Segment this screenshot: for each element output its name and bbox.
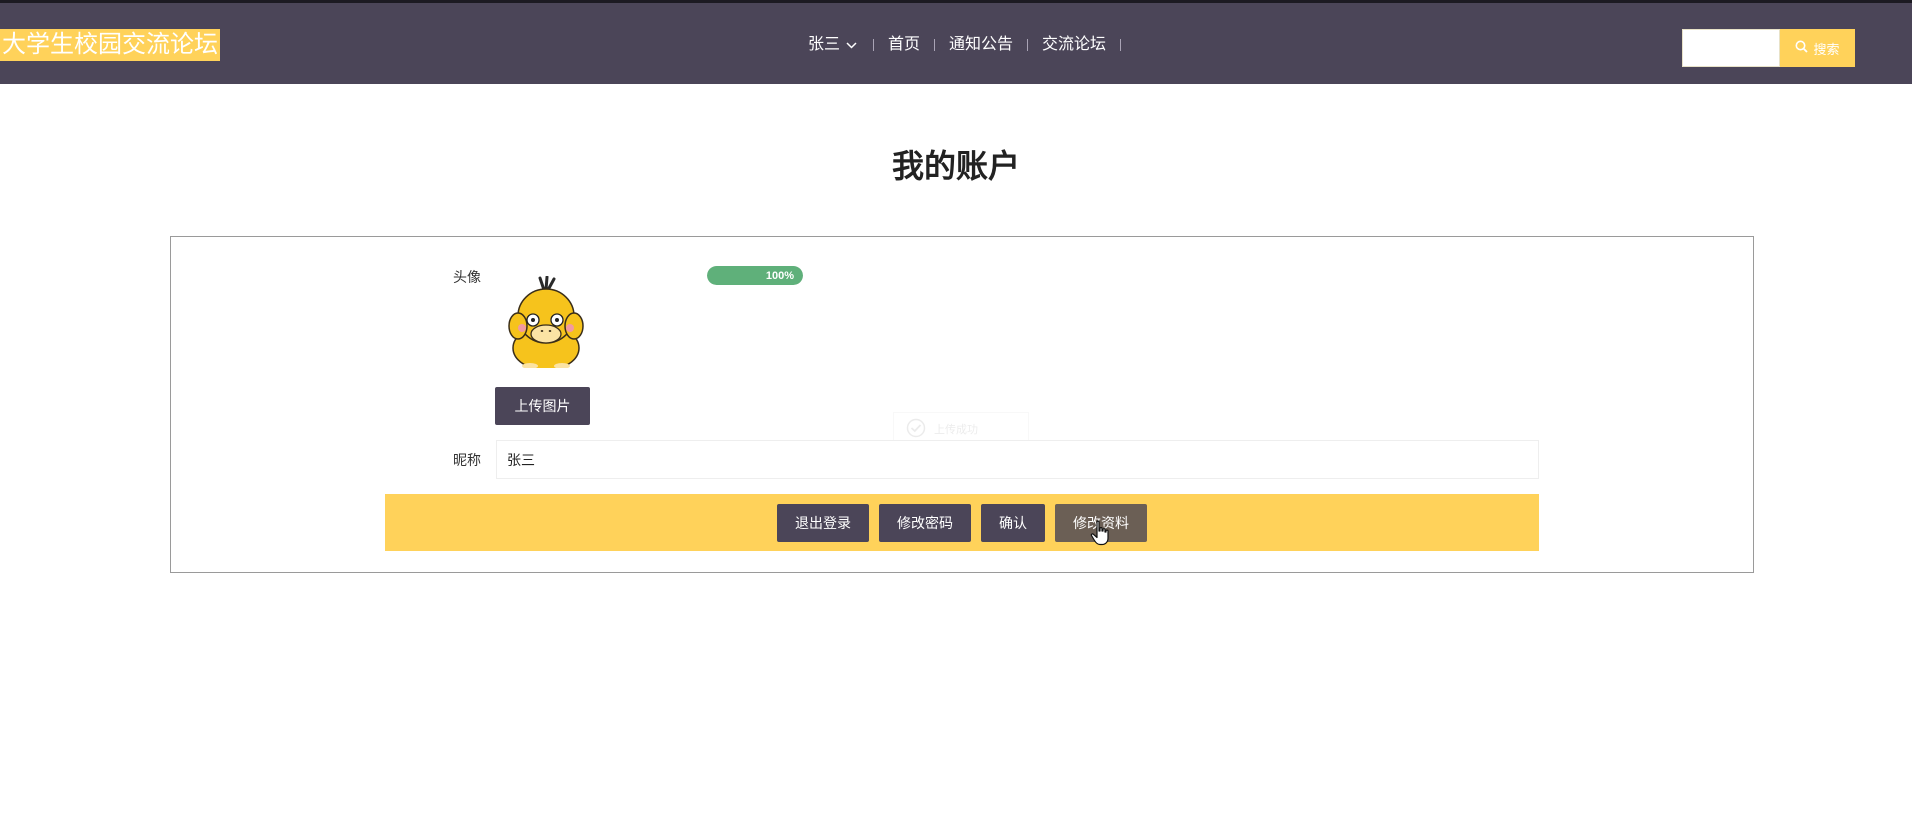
upload-progress-fill: 100%: [707, 266, 803, 285]
avatar-label: 头像: [453, 269, 481, 285]
search-input[interactable]: [1682, 29, 1780, 67]
site-logo[interactable]: 大学生校园交流论坛: [0, 29, 220, 61]
nav-separator: [934, 39, 936, 51]
check-circle-icon: [906, 418, 926, 441]
avatar: [500, 275, 592, 371]
search-button[interactable]: 搜索: [1780, 29, 1855, 67]
upload-progress-text: 100%: [765, 269, 794, 282]
toast-text: 上传成功: [934, 424, 978, 436]
search-icon: [1795, 40, 1809, 56]
hand-pointer-icon: [1090, 520, 1112, 546]
nav-item-forum[interactable]: 交流论坛: [1042, 31, 1106, 59]
upload-image-button[interactable]: 上传图片: [495, 387, 590, 425]
search-button-label: 搜索: [1813, 41, 1840, 57]
chevron-down-icon: [846, 31, 857, 59]
top-navbar: 大学生校园交流论坛 张三 首页 通知公告 交流论坛 搜索: [0, 3, 1912, 84]
page-title: 我的账户: [891, 148, 1020, 184]
nav-separator: [873, 39, 875, 51]
confirm-button[interactable]: 确认: [981, 503, 1045, 542]
logout-button[interactable]: 退出登录: [777, 503, 869, 542]
upload-progress-bar: 100%: [707, 266, 803, 285]
nickname-field[interactable]: [496, 440, 1539, 479]
action-bar: 退出登录 修改密码 确认 修改资料: [385, 494, 1539, 551]
nav-item-announcements[interactable]: 通知公告: [949, 31, 1013, 59]
nav-separator: [1027, 39, 1029, 51]
user-menu[interactable]: 张三: [808, 31, 859, 59]
main-nav: 张三 首页 通知公告 交流论坛: [808, 31, 1135, 59]
nav-item-home[interactable]: 首页: [888, 31, 920, 59]
change-password-button[interactable]: 修改密码: [879, 503, 971, 542]
nav-separator: [1120, 39, 1122, 51]
user-menu-label: 张三: [808, 36, 841, 53]
nickname-label: 昵称: [453, 452, 481, 468]
